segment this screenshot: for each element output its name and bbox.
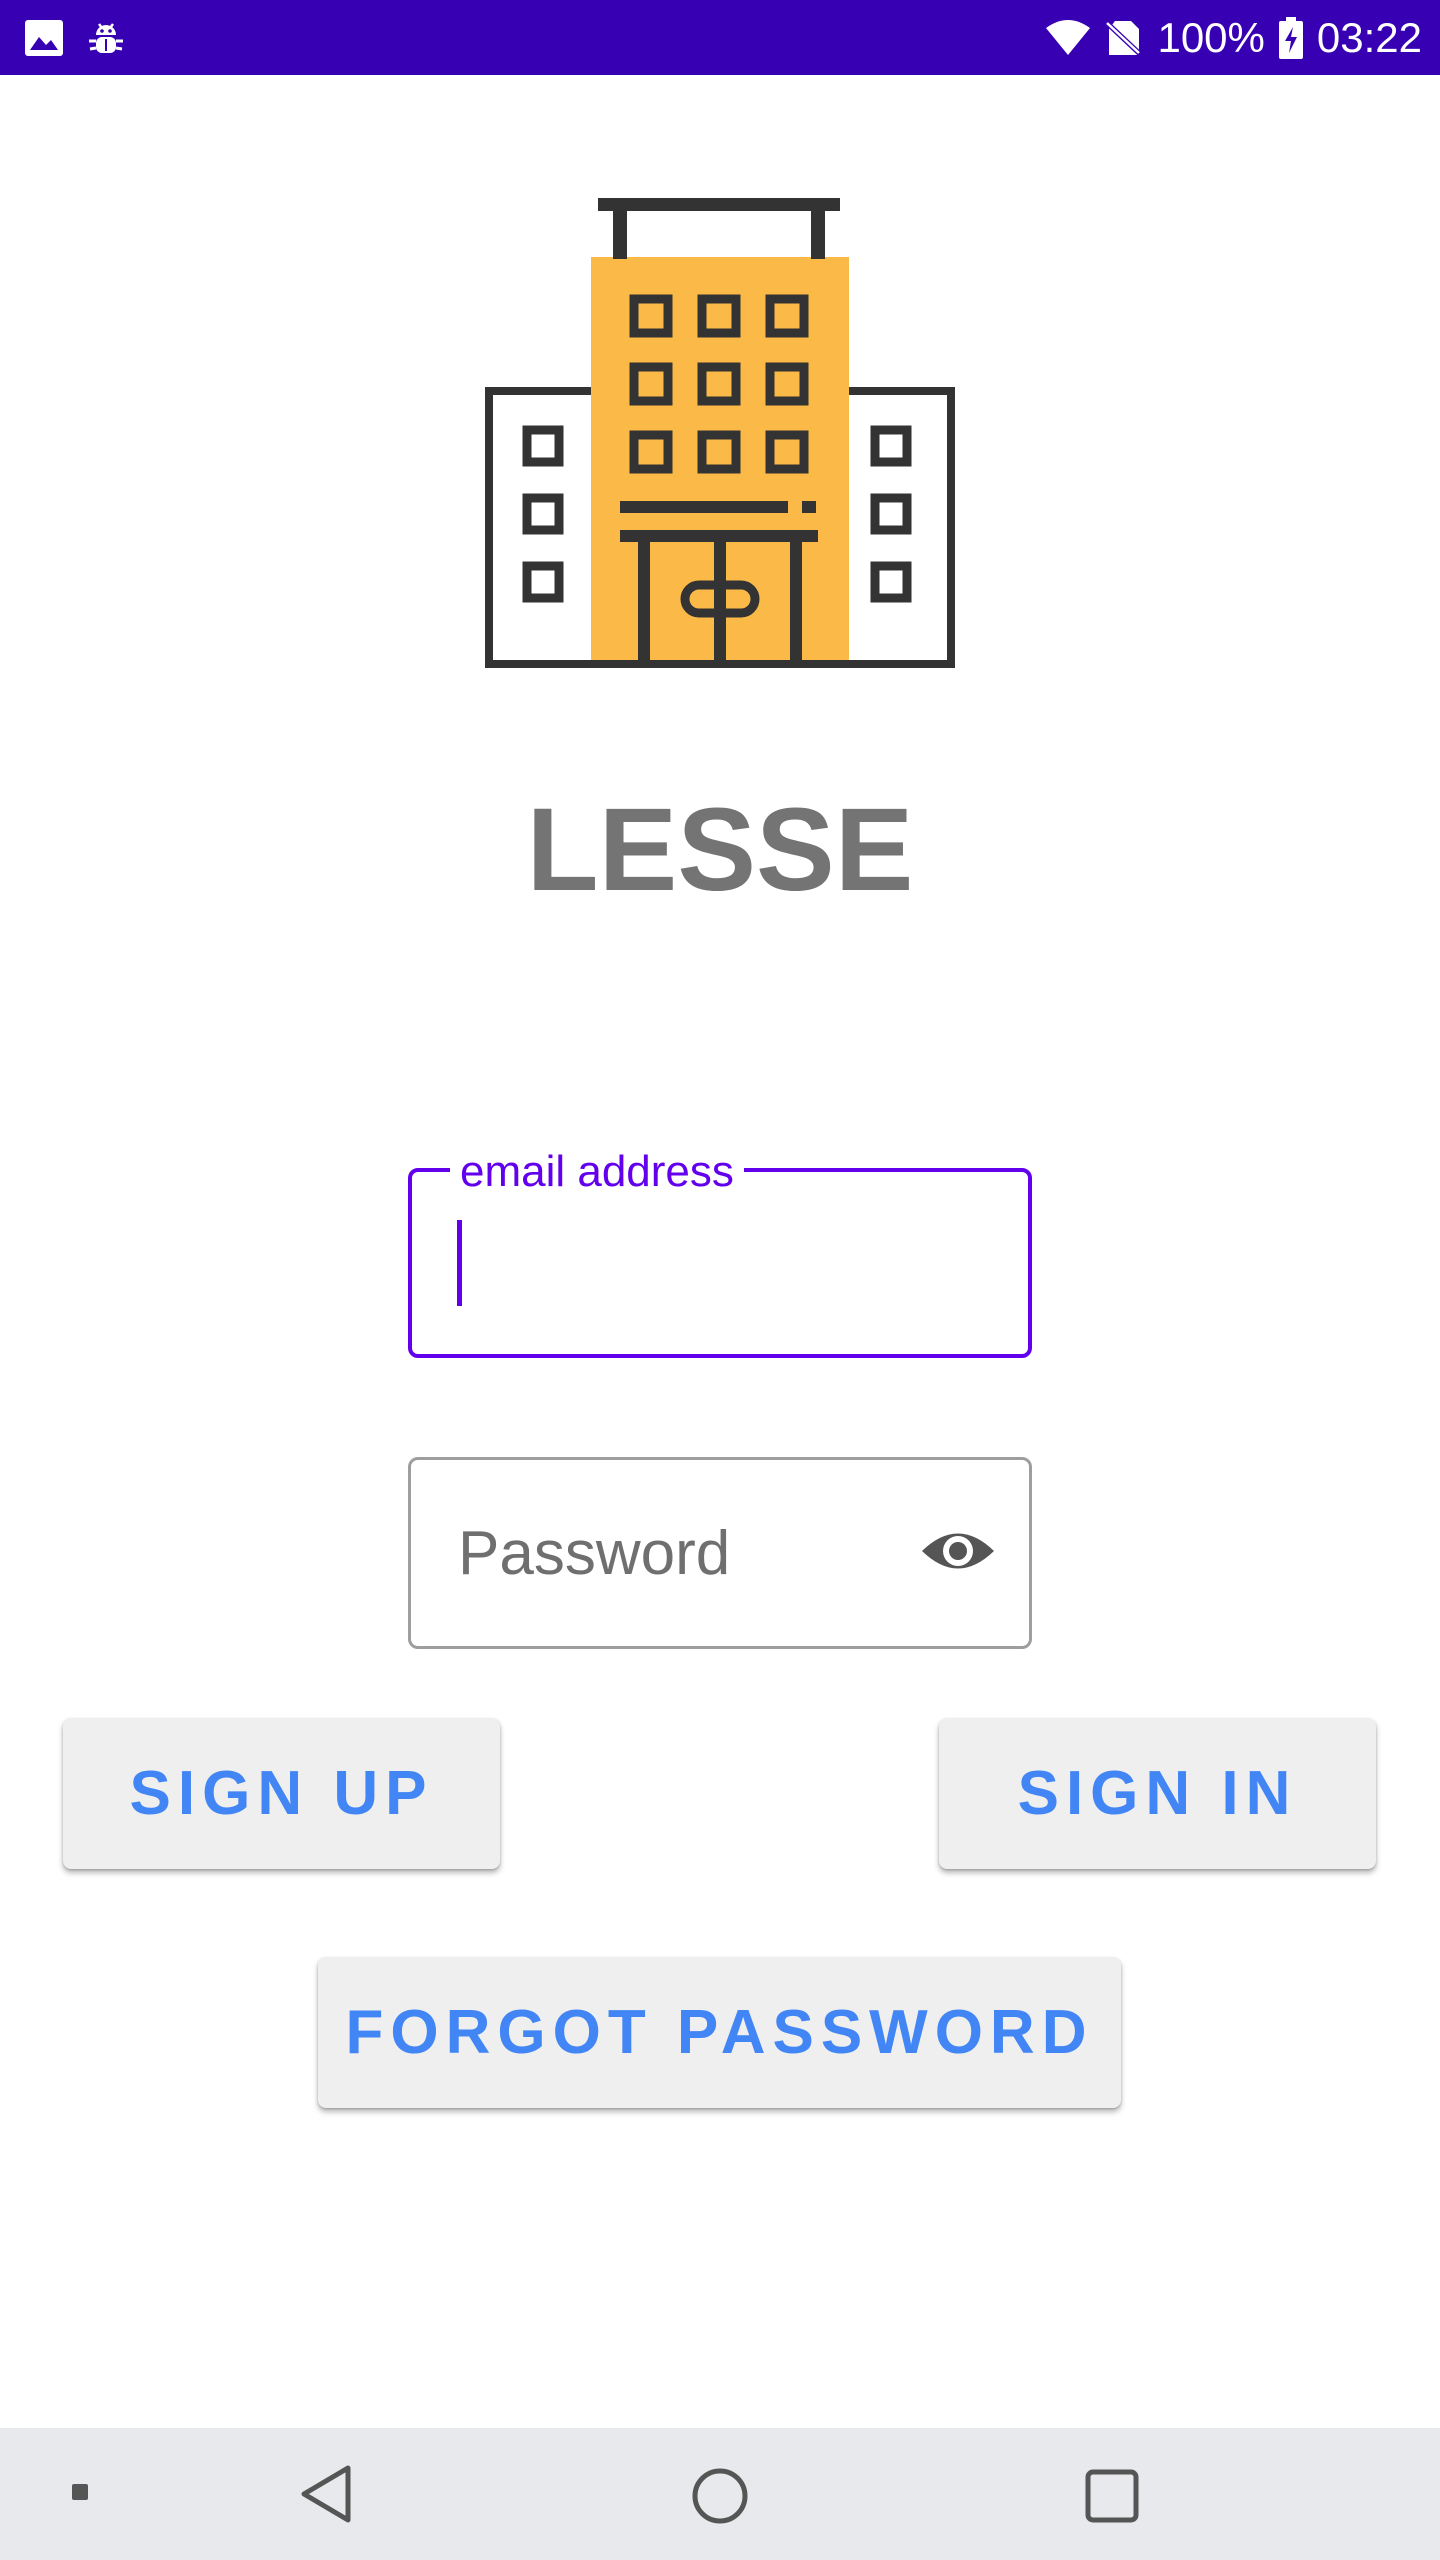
text-cursor — [457, 1220, 462, 1306]
home-icon[interactable] — [690, 2466, 750, 2526]
hotel-building-icon — [485, 198, 955, 668]
status-bar-left — [24, 0, 126, 75]
app-title: LESSE — [526, 784, 914, 916]
back-icon[interactable] — [298, 2464, 354, 2524]
navigation-bar — [0, 2428, 1440, 2560]
clock: 03:22 — [1316, 14, 1422, 61]
sign-in-button[interactable]: SIGN IN — [939, 1718, 1376, 1869]
recents-icon[interactable] — [1084, 2468, 1140, 2524]
password-placeholder: Password — [458, 1519, 731, 1588]
battery-percent: 100% — [1157, 14, 1265, 61]
sign-up-button[interactable]: SIGN UP — [63, 1718, 500, 1869]
image-icon — [25, 19, 63, 56]
status-bar-right: 100% 03:22 — [1045, 0, 1422, 75]
no-sim-icon — [1105, 20, 1144, 57]
email-label: email address — [450, 1146, 744, 1198]
small-square-icon — [72, 2484, 88, 2500]
status-bar: 100% 03:22 — [0, 0, 1440, 75]
android-debug-icon — [89, 22, 123, 53]
wifi-icon — [1046, 19, 1091, 55]
battery-charging-icon — [1278, 16, 1303, 59]
forgot-password-button[interactable]: FORGOT PASSWORD — [318, 1957, 1121, 2108]
eye-icon[interactable] — [920, 1522, 996, 1580]
